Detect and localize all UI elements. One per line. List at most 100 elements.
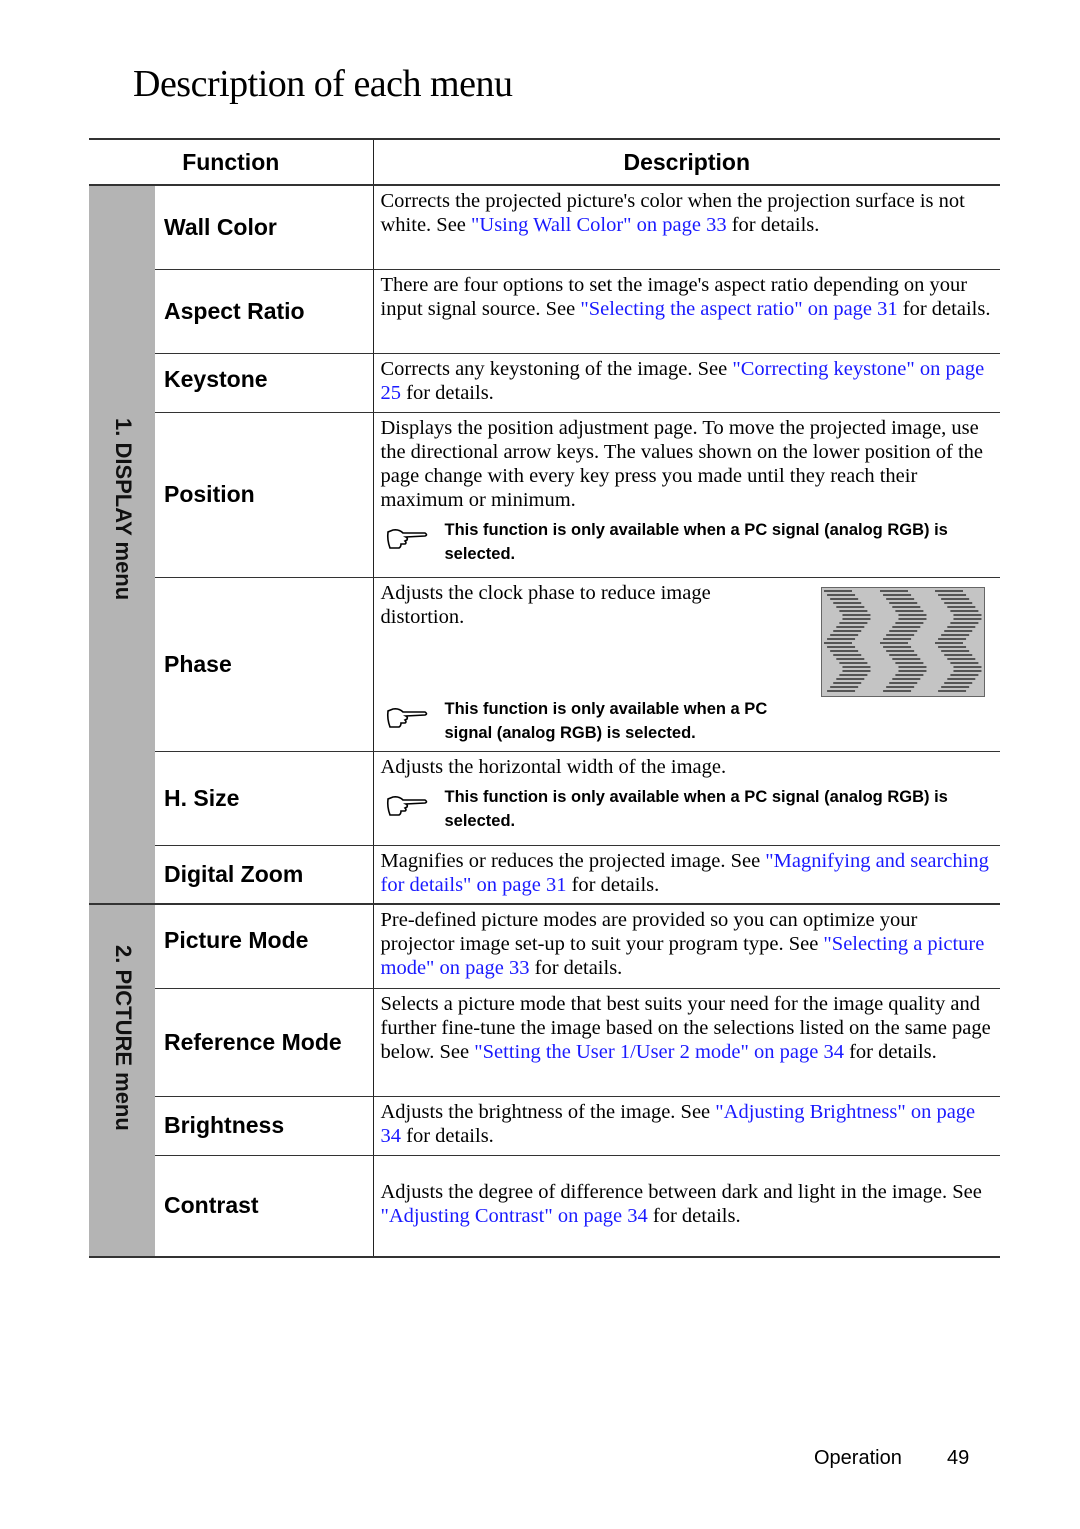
cross-reference-link[interactable]: "Adjusting Contrast" on page 34: [381, 1205, 648, 1227]
illustration-line: [897, 665, 926, 668]
table-row: Brightness Adjusts the brightness of the…: [89, 1096, 1000, 1156]
cross-reference-link[interactable]: "Using Wall Color" on page 33: [471, 214, 727, 236]
function-name: Brightness: [155, 1096, 374, 1156]
function-description: There are four options to set the image'…: [373, 269, 1000, 354]
picture-menu-label: 2. PICTURE menu: [111, 945, 136, 1131]
table-header-row: Function Description: [89, 138, 1000, 186]
function-description: Adjusts the horizontal width of the imag…: [373, 751, 1000, 846]
illustration-line: [835, 625, 864, 628]
illustration-line: [943, 601, 972, 604]
table-row: Position Displays the position adjustmen…: [89, 412, 1000, 578]
function-name: Keystone: [155, 353, 374, 413]
illustration-line: [885, 649, 914, 652]
illustration-line: [888, 653, 917, 656]
illustration-line: [882, 593, 911, 596]
illustration-line: [829, 633, 858, 636]
illustration-line: [885, 597, 914, 600]
display-menu-label: 1. DISPLAY menu: [111, 418, 136, 601]
illustration-line: [882, 689, 911, 692]
illustration-line: [841, 665, 870, 668]
illustration-line: [826, 593, 855, 596]
illustration-line: [841, 669, 870, 672]
table-row: H. Size Adjusts the horizontal width of …: [89, 751, 1000, 846]
illustration-line: [888, 681, 917, 684]
illustration-line: [952, 613, 981, 616]
illustration-line: [940, 685, 969, 688]
illustration-line: [891, 657, 920, 660]
illustration-line: [937, 637, 966, 640]
function-name: Aspect Ratio: [155, 269, 374, 354]
function-name: Wall Color: [155, 185, 374, 270]
illustration-line: [882, 645, 911, 648]
illustration-line: [891, 677, 920, 680]
illustration-line: [946, 657, 975, 660]
pointing-hand-icon: [381, 697, 445, 737]
illustration-line: [829, 649, 858, 652]
illustration-line: [943, 653, 972, 656]
illustration-line: [949, 673, 978, 676]
cross-reference-link[interactable]: "Selecting the aspect ratio" on page 31: [580, 298, 897, 320]
function-name: H. Size: [155, 751, 374, 846]
illustration-line: [897, 613, 926, 616]
illustration-line: [888, 601, 917, 604]
pointing-hand-icon: [381, 518, 445, 558]
table-row: Keystone Corrects any keystoning of the …: [89, 353, 1000, 413]
illustration-line: [879, 641, 908, 644]
illustration-line: [943, 629, 972, 632]
cross-reference-link[interactable]: "Setting the User 1/User 2 mode" on page…: [474, 1041, 844, 1063]
note: This function is only available when a P…: [381, 697, 801, 745]
function-description: Adjusts the clock phase to reduce image …: [373, 577, 1000, 752]
illustration-line: [838, 609, 867, 612]
footer-page-number: 49: [947, 1447, 970, 1469]
illustration-line: [894, 673, 923, 676]
pointing-hand-icon: [381, 785, 445, 825]
illustration-line: [888, 629, 917, 632]
table-row: Digital Zoom Magnifies or reduces the pr…: [89, 845, 1000, 905]
function-description: Corrects the projected picture's color w…: [373, 185, 1000, 270]
illustration-line: [835, 677, 864, 680]
illustration-line: [826, 689, 855, 692]
illustration-line: [940, 597, 969, 600]
illustration-line: [838, 661, 867, 664]
function-description: Pre-defined picture modes are provided s…: [373, 904, 1000, 989]
function-description: Magnifies or reduces the projected image…: [373, 845, 1000, 905]
illustration-line: [946, 625, 975, 628]
illustration-line: [949, 609, 978, 612]
function-name: Digital Zoom: [155, 845, 374, 905]
illustration-line: [897, 617, 926, 620]
function-name: Phase: [155, 577, 374, 752]
function-description: Adjusts the degree of difference between…: [373, 1155, 1000, 1258]
illustration-line: [937, 645, 966, 648]
illustration-line: [823, 641, 852, 644]
illustration-line: [841, 617, 870, 620]
function-description: Corrects any keystoning of the image. Se…: [373, 353, 1000, 413]
illustration-line: [946, 605, 975, 608]
phase-distortion-illustration: [820, 586, 985, 697]
function-description: Displays the position adjustment page. T…: [373, 412, 1000, 578]
illustration-line: [885, 633, 914, 636]
header-description: Description: [373, 138, 1000, 186]
table-row: Phase Adjusts the clock phase to reduce …: [89, 577, 1000, 752]
illustration-line: [832, 653, 861, 656]
illustration-line: [826, 645, 855, 648]
illustration-line: [841, 613, 870, 616]
table-row: Reference Mode Selects a picture mode th…: [89, 988, 1000, 1097]
note: This function is only available when a P…: [381, 518, 993, 566]
illustration-line: [952, 669, 981, 672]
group-label-display: 1. DISPLAY menu: [89, 185, 155, 905]
illustration-line: [894, 609, 923, 612]
illustration-line: [934, 589, 963, 592]
illustration-line: [934, 641, 963, 644]
illustration-line: [882, 637, 911, 640]
note: This function is only available when a P…: [381, 785, 993, 833]
header-function: Function: [89, 138, 374, 186]
illustration-line: [832, 601, 861, 604]
function-name: Reference Mode: [155, 988, 374, 1097]
illustration-line: [879, 589, 908, 592]
illustration-line: [949, 621, 978, 624]
illustration-line: [943, 681, 972, 684]
illustration-line: [829, 685, 858, 688]
illustration-line: [891, 605, 920, 608]
illustration-line: [894, 661, 923, 664]
illustration-line: [823, 589, 852, 592]
